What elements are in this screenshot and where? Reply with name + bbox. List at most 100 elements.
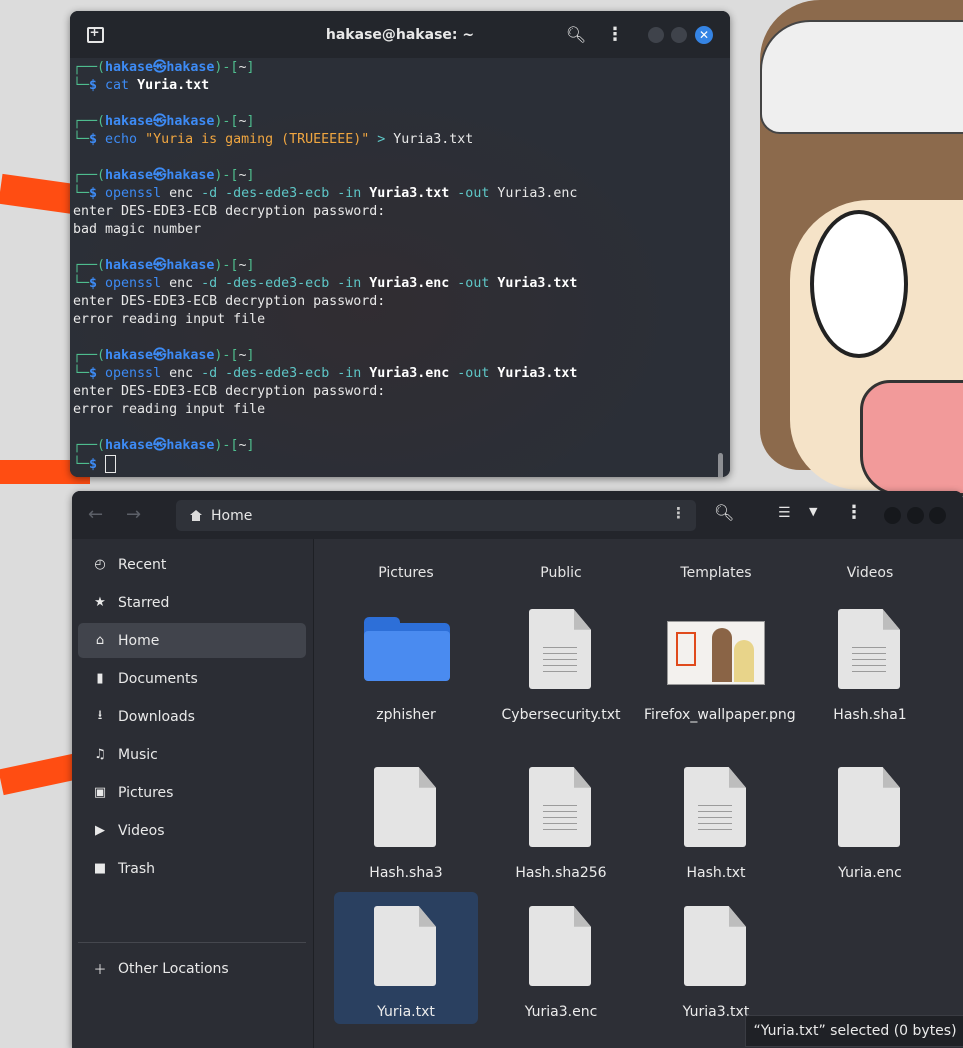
command-arg: enc	[169, 186, 202, 201]
close-button[interactable]: ✕	[695, 26, 713, 44]
file-name: Hash.sha256	[515, 865, 607, 881]
kebab-menu-icon[interactable]: ⋮	[604, 11, 626, 58]
file-item[interactable]: Yuria.txt	[334, 892, 478, 1024]
file-item[interactable]: Yuria3.enc	[489, 892, 633, 1024]
command-name: openssl	[105, 186, 170, 201]
command-arg: Yuria3.txt	[497, 276, 578, 291]
new-tab-icon[interactable]	[84, 11, 106, 58]
command-arg: enc	[169, 366, 202, 381]
terminal-output[interactable]: ┌──(hakase㉿hakase)-[~] └─$ cat Yuria.txt ┌…	[70, 58, 730, 477]
minimize-button[interactable]	[648, 27, 664, 43]
folder-label[interactable]: Videos	[800, 565, 940, 581]
file-name: Hash.txt	[686, 865, 746, 881]
file-item[interactable]: Hash.sha256	[489, 753, 633, 885]
sidebar-item-starred[interactable]: ★ Starred	[78, 585, 306, 620]
kebab-menu-icon[interactable]: ⋮	[845, 502, 863, 523]
file-item[interactable]: Hash.sha3	[334, 753, 478, 885]
minimize-button[interactable]	[884, 507, 901, 524]
forward-arrow-icon[interactable]: →	[126, 504, 141, 525]
picture-icon: ▣	[93, 785, 107, 800]
folder-label[interactable]: Pictures	[336, 565, 476, 581]
folder-label[interactable]: Public	[491, 565, 631, 581]
file-manager-window[interactable]: ← → Home ⋮ 🔍︎ ☰ ▼ ⋮ ＋ Other Locations ◴ R…	[72, 491, 963, 1048]
sidebar-item-home[interactable]: ⌂ Home	[78, 623, 306, 658]
command-line[interactable]: └─$	[73, 455, 730, 473]
sidebar-item-other-locations[interactable]: ＋ Other Locations	[78, 951, 306, 986]
command-line: └─$ openssl enc -d -des-ede3-ecb -in Yur…	[73, 275, 730, 293]
folder-label[interactable]: Templates	[646, 565, 786, 581]
sidebar-item-pictures[interactable]: ▣ Pictures	[78, 775, 306, 810]
sidebar-item-recent[interactable]: ◴ Recent	[78, 547, 306, 582]
list-view-icon[interactable]: ☰	[778, 505, 791, 521]
sidebar-item-label: Other Locations	[118, 960, 229, 977]
file-item[interactable]: Hash.txt	[644, 753, 788, 885]
search-icon[interactable]: 🔍︎	[714, 503, 734, 522]
prompt-frame: ┌──(	[73, 60, 106, 75]
file-item[interactable]: Firefox_wallpaper.png	[644, 595, 796, 727]
text-lines	[543, 805, 577, 835]
file-name: Hash.sha1	[833, 707, 907, 723]
file-item[interactable]: Yuria.enc	[798, 753, 942, 885]
file-manager-headerbar[interactable]: ← → Home ⋮ 🔍︎ ☰ ▼ ⋮	[72, 491, 963, 539]
music-icon: ♫	[94, 747, 106, 762]
command-line: └─$ cat Yuria.txt	[73, 77, 730, 95]
folder-front	[364, 631, 450, 681]
sidebar-divider	[78, 942, 306, 943]
command-line: └─$ openssl enc -d -des-ede3-ecb -in Yur…	[73, 185, 730, 203]
terminal-scrollbar[interactable]	[718, 453, 723, 477]
wallpaper-character-mouth	[860, 380, 963, 496]
wallpaper-character-eye	[810, 210, 908, 358]
path-bar[interactable]: Home ⋮	[176, 500, 696, 531]
sidebar-item-videos[interactable]: ▶ Videos	[78, 813, 306, 848]
sidebar-item-label: Trash	[118, 860, 155, 877]
video-icon: ▶	[95, 823, 105, 838]
chevron-down-icon[interactable]: ▼	[809, 505, 817, 518]
terminal-titlebar[interactable]: hakase@hakase: ~ 🔍︎ ⋮ ✕	[70, 11, 730, 58]
command-arg: -d -des-ede3-ecb -in	[201, 366, 370, 381]
maximize-button[interactable]	[907, 507, 924, 524]
prompt-line: ┌──(hakase㉿hakase)-[~]	[73, 437, 730, 455]
prompt-user: hakase㉿hakase	[105, 168, 215, 183]
search-icon[interactable]: 🔍︎	[564, 11, 588, 58]
thumbnail-kanji	[676, 632, 696, 666]
file-name: Yuria3.enc	[524, 1004, 598, 1020]
terminal-window[interactable]: hakase@hakase: ~ 🔍︎ ⋮ ✕ ┌──(hakase㉿hakas…	[70, 11, 730, 477]
prompt-symbol: $	[89, 366, 106, 381]
command-arg: Yuria3.enc	[369, 276, 450, 291]
file-name: Hash.sha3	[369, 865, 443, 881]
path-menu-icon[interactable]: ⋮	[671, 504, 686, 522]
prompt-user: hakase㉿hakase	[105, 348, 215, 363]
folder-item[interactable]: zphisher	[334, 595, 478, 727]
sidebar-item-label: Starred	[118, 594, 170, 611]
prompt-symbol: $	[89, 276, 106, 291]
text-file-icon	[684, 767, 746, 847]
command-name: cat	[105, 78, 138, 93]
home-icon: ⌂	[95, 633, 105, 648]
prompt-frame: ┌──(	[73, 258, 106, 273]
close-button[interactable]	[929, 507, 946, 524]
prompt-frame: )-[	[214, 168, 239, 183]
sidebar-item-label: Documents	[118, 670, 198, 687]
sidebar-item-label: Pictures	[118, 784, 174, 801]
file-item[interactable]: Hash.sha1	[798, 595, 942, 727]
blank-file-icon	[838, 767, 900, 847]
sidebar-item-trash[interactable]: ■ Trash	[78, 851, 306, 886]
prompt-line: ┌──(hakase㉿hakase)-[~]	[73, 257, 730, 275]
plus-icon: ＋	[93, 963, 107, 978]
blank-file-icon	[374, 767, 436, 847]
back-arrow-icon[interactable]: ←	[88, 504, 103, 525]
trash-icon: ■	[93, 861, 107, 876]
text-file-icon	[529, 609, 591, 689]
path-label[interactable]: Home	[211, 508, 252, 524]
command-arg: -out	[449, 366, 498, 381]
prompt-frame: └─	[73, 366, 90, 381]
sidebar-item-music[interactable]: ♫ Music	[78, 737, 306, 772]
sidebar-item-downloads[interactable]: ⭳ Downloads	[78, 699, 306, 734]
file-grid[interactable]: Pictures Public Templates Videos zphisher Cyb…	[314, 539, 963, 1048]
file-item[interactable]: Cybersecurity.txt	[489, 595, 633, 727]
text-file-icon	[838, 609, 900, 689]
sidebar-item-documents[interactable]: ▮ Documents	[78, 661, 306, 696]
blank-file-icon	[374, 906, 436, 986]
maximize-button[interactable]	[671, 27, 687, 43]
file-item[interactable]: Yuria3.txt	[644, 892, 788, 1024]
